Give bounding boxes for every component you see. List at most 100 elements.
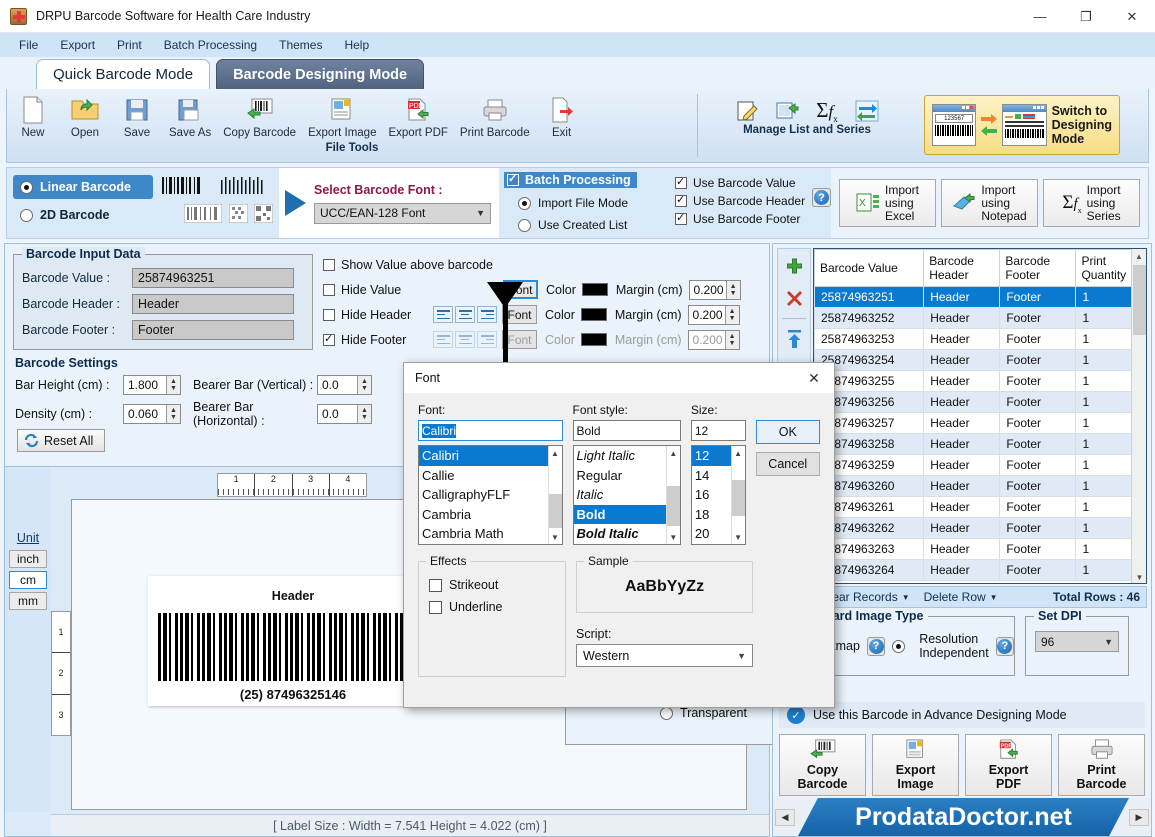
linear-barcode-row[interactable]: Linear Barcode — [13, 173, 273, 201]
menu-batch-processing[interactable]: Batch Processing — [153, 35, 268, 55]
barcode-value-cell[interactable]: 25874963253 — [814, 328, 925, 350]
column-header-barcode-value[interactable]: Barcode Value — [814, 249, 925, 287]
style-scroll-up[interactable]: ▲ — [667, 446, 680, 460]
barcode-footer-cell[interactable]: Footer — [999, 433, 1077, 455]
font-name-listbox[interactable]: Calibri Callie CalligraphyFLF Cambria Cambri… — [418, 445, 563, 545]
menu-help[interactable]: Help — [333, 35, 380, 55]
menu-file[interactable]: File — [8, 35, 49, 55]
use-barcode-value-row[interactable]: Use Barcode Value — [675, 174, 812, 192]
size-scroll-down[interactable]: ▼ — [732, 530, 745, 544]
delete-row-dropdown-button[interactable]: Delete Row ▼ — [917, 590, 1005, 604]
table-row[interactable]: 25874963260 Header Footer 1 — [814, 475, 1146, 497]
font-size-input[interactable]: 12 — [690, 420, 746, 441]
table-row[interactable]: 25874963258 Header Footer 1 — [814, 433, 1146, 455]
size-scroll-thumb[interactable] — [731, 480, 745, 516]
font-list-scroll-up[interactable]: ▲ — [549, 446, 562, 460]
table-row[interactable]: 25874963251 Header Footer 1 — [814, 286, 1146, 308]
underline-row[interactable]: Underline — [429, 596, 565, 618]
font-list-scroll-thumb[interactable] — [548, 494, 562, 528]
ribbon-exit-button[interactable]: Exit — [536, 93, 588, 141]
value-margin-input[interactable]: 0.200 ▲ ▼ — [688, 279, 741, 300]
hide-header-row[interactable]: Hide Header Font Color Margin (cm) 0.200… — [323, 302, 763, 327]
table-row[interactable]: 25874963256 Header Footer 1 — [814, 391, 1146, 413]
header-color-swatch[interactable] — [580, 308, 607, 321]
ribbon-save-as-button[interactable]: Save As — [163, 93, 217, 141]
ribbon-print-barcode-button[interactable]: Print Barcode — [454, 93, 536, 141]
twod-barcode-option[interactable]: 2D Barcode — [13, 203, 184, 227]
font-size-item[interactable]: 14 — [692, 466, 731, 486]
font-size-item[interactable]: 20 — [692, 524, 731, 544]
ribbon-export-pdf-button[interactable]: PDF Export PDF — [382, 93, 453, 141]
font-list-scrollbar[interactable]: ▲ ▼ — [547, 446, 562, 544]
reset-all-button[interactable]: Reset All — [17, 429, 105, 452]
barcode-footer-cell[interactable]: Footer — [999, 475, 1077, 497]
font-style-item[interactable]: Bold Italic — [574, 524, 666, 544]
advance-mode-checkbox[interactable]: ✓ — [787, 706, 805, 724]
hide-footer-row[interactable]: Hide Footer Font Color Margin (cm) 0.200… — [323, 327, 763, 352]
barcode-header-cell[interactable]: Header — [923, 349, 1001, 371]
font-list-item[interactable]: Callie — [419, 466, 548, 486]
barcode-footer-cell[interactable]: Footer — [999, 349, 1077, 371]
barcode-header-input[interactable]: Header — [132, 294, 294, 314]
bar-height-input[interactable]: 1.800 ▲ ▼ — [123, 375, 181, 395]
delete-row-button[interactable] — [782, 286, 806, 310]
switch-to-designing-mode-button[interactable]: 123567 Switch to Designing Mode — [924, 95, 1120, 155]
barcode-header-cell[interactable]: Header — [923, 454, 1001, 476]
barcode-footer-input[interactable]: Footer — [132, 320, 294, 340]
bearer-horizontal-stepper[interactable]: ▲ ▼ — [357, 405, 371, 423]
barcode-footer-cell[interactable]: Footer — [999, 538, 1077, 560]
size-scroll-up[interactable]: ▲ — [732, 446, 745, 460]
footer-margin-input[interactable]: 0.200 ▲ ▼ — [687, 329, 740, 350]
barcode-header-cell[interactable]: Header — [923, 307, 1001, 329]
grid-scroll-thumb[interactable] — [1133, 265, 1146, 335]
show-value-above-checkbox[interactable] — [323, 258, 335, 271]
show-value-above-row[interactable]: Show Value above barcode — [323, 252, 763, 277]
barcode-footer-cell[interactable]: Footer — [999, 454, 1077, 476]
import-using-series-button[interactable]: Σfx Import using Series — [1043, 179, 1140, 227]
table-row[interactable]: 25874963259 Header Footer 1 — [814, 454, 1146, 476]
use-barcode-footer-row[interactable]: Use Barcode Footer — [675, 210, 812, 228]
font-style-listbox[interactable]: Light Italic Regular Italic Bold Bold Italic… — [572, 445, 681, 545]
twod-barcode-row[interactable]: 2D Barcode — [13, 201, 274, 229]
barcode-header-cell[interactable]: Header — [923, 412, 1001, 434]
font-list-item[interactable]: Cambria — [419, 505, 548, 525]
use-barcode-value-checkbox[interactable] — [675, 175, 687, 189]
underline-checkbox[interactable] — [429, 600, 442, 614]
background-transparent-radio[interactable] — [660, 706, 673, 720]
tab-quick-barcode-mode[interactable]: Quick Barcode Mode — [36, 59, 211, 89]
table-row[interactable]: 25874963257 Header Footer 1 — [814, 412, 1146, 434]
ribbon-export-image-button[interactable]: Export Image — [302, 93, 382, 141]
barcode-footer-cell[interactable]: Footer — [999, 307, 1077, 329]
barcode-footer-cell[interactable]: Footer — [999, 496, 1077, 518]
font-dialog-ok-button[interactable]: OK — [755, 420, 820, 444]
bearer-bar-horizontal-input[interactable]: 0.0 ▲ ▼ — [317, 404, 372, 424]
import-file-mode-radio[interactable] — [518, 196, 531, 210]
barcode-footer-cell[interactable]: Footer — [999, 370, 1077, 392]
barcode-header-cell[interactable]: Header — [923, 328, 1001, 350]
table-row[interactable]: 25874963254 Header Footer 1 — [814, 349, 1146, 371]
header-align-center-button[interactable] — [455, 306, 475, 323]
font-size-listbox[interactable]: 12141618202224 ▲ ▼ — [690, 445, 746, 545]
resolution-help-button[interactable]: ? — [995, 636, 1014, 656]
footer-align-right-button[interactable] — [477, 331, 497, 348]
export-pdf-action-button[interactable]: PDF Export PDF — [965, 734, 1052, 796]
menu-export[interactable]: Export — [49, 35, 106, 55]
ribbon-save-button[interactable]: Save — [111, 93, 163, 141]
ribbon-open-button[interactable]: Open — [59, 93, 111, 141]
table-row[interactable]: 25874963264 Header Footer 1 — [814, 559, 1146, 581]
header-margin-stepper[interactable]: ▲ ▼ — [724, 305, 739, 324]
barcode-label[interactable]: Header (25) 87496325146 — [148, 576, 438, 706]
table-row[interactable]: 25874963252 Header Footer 1 — [814, 307, 1146, 329]
horizontal-scroll-left-arrow[interactable]: ◀ — [775, 808, 795, 826]
add-row-button[interactable] — [782, 254, 806, 278]
batch-processing-toggle[interactable]: Batch Processing — [504, 172, 637, 188]
resolution-independent-radio[interactable] — [892, 639, 906, 653]
menu-print[interactable]: Print — [106, 35, 153, 55]
unit-button-inch[interactable]: inch — [9, 550, 47, 568]
horizontal-scroll-right-arrow[interactable]: ▶ — [1129, 808, 1149, 826]
font-dialog-close-button[interactable]: ✕ — [794, 363, 834, 393]
close-button[interactable]: ✕ — [1109, 0, 1155, 33]
barcode-header-cell[interactable]: Header — [923, 538, 1001, 560]
footer-margin-stepper[interactable]: ▲ ▼ — [724, 330, 739, 349]
strikeout-row[interactable]: Strikeout — [429, 574, 565, 596]
